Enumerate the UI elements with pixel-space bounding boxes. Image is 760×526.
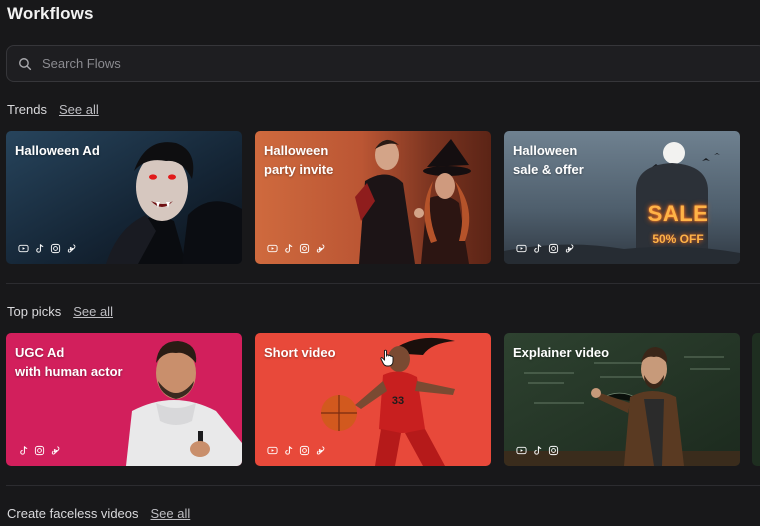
card-title: Halloween sale & offer [513,143,584,177]
instagram-icon [299,445,310,456]
card-ugc-ad[interactable]: UGC Ad with human actor [6,333,242,466]
sale-sign-text: SALE [647,201,709,226]
section-header-faceless-videos: Create faceless videos See all [7,506,190,521]
platform-icons [18,243,77,254]
card-halloween-ad[interactable]: Halloween Ad [6,131,242,264]
shorts-icon [316,446,325,455]
next-card-peek[interactable] [752,333,760,466]
section-title-top-picks: Top picks [7,304,62,319]
see-all-faceless-videos-link[interactable]: See all [151,506,191,521]
see-all-trends-link[interactable]: See all [59,102,99,117]
youtube-icon [18,244,29,253]
youtube-icon [516,244,527,253]
platform-icons [18,445,61,456]
tiktok-icon [36,244,44,253]
tiktok-icon [285,446,293,455]
platform-icons [267,243,326,254]
section-header-trends: Trends See all [7,102,99,117]
card-halloween-sale-offer[interactable]: SALE 50% OFF Halloween sale & offer [504,131,740,264]
discount-sign-text: 50% OFF [652,232,704,246]
tiktok-icon [534,244,542,253]
youtube-icon [267,446,278,455]
tiktok-icon [285,244,293,253]
shorts-icon [51,446,60,455]
card-title: Halloween party invite [264,143,334,177]
section-title-faceless-videos: Create faceless videos [7,506,139,521]
instagram-icon [548,445,559,456]
see-all-top-picks-link[interactable]: See all [73,304,113,319]
search-input[interactable] [42,56,642,71]
card-short-video[interactable]: 33 Short video [255,333,491,466]
shorts-icon [316,244,325,253]
instagram-icon [50,243,61,254]
tiktok-icon [534,446,542,455]
card-title: Explainer video [513,345,610,360]
section-divider [6,283,760,284]
platform-icons [267,445,326,456]
section-header-top-picks: Top picks See all [7,304,113,319]
search-bar[interactable] [6,45,760,82]
trends-row: Halloween Ad Halloween party invite SALE… [6,131,760,265]
card-title: UGC Ad with human actor [15,345,123,379]
platform-icons [516,243,575,254]
card-explainer-video[interactable]: Explainer video [504,333,740,466]
youtube-icon [267,244,278,253]
youtube-icon [516,446,527,455]
jersey-number: 33 [391,395,405,407]
section-divider [6,485,760,486]
card-halloween-party-invite[interactable]: Halloween party invite [255,131,491,264]
platform-icons [516,445,559,456]
search-icon [19,57,32,70]
shorts-icon [67,244,76,253]
instagram-icon [34,445,45,456]
section-title-trends: Trends [7,102,47,117]
instagram-icon [548,243,559,254]
hand-cursor-icon [380,349,394,367]
page-title: Workflows [7,4,94,23]
shorts-icon [565,244,574,253]
tiktok-icon [20,446,28,455]
card-title: Halloween Ad [15,143,100,158]
instagram-icon [299,243,310,254]
